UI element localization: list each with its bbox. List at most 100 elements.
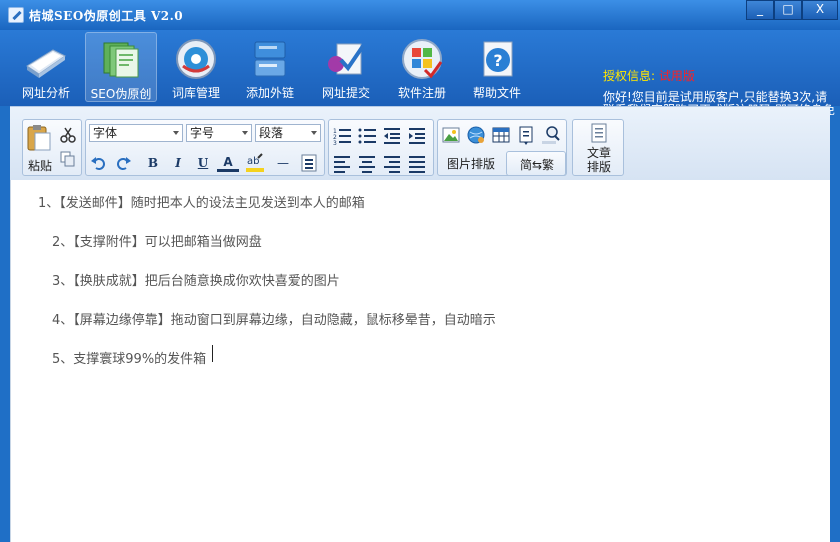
svg-text:3: 3 bbox=[333, 140, 337, 146]
editor-line: 2、【支撑附件】可以把邮箱当做网盘 bbox=[52, 235, 262, 250]
redo-icon bbox=[117, 157, 131, 170]
justify-button[interactable] bbox=[406, 152, 428, 174]
table-icon bbox=[492, 127, 510, 143]
highlight-button[interactable]: ab bbox=[244, 152, 266, 174]
simplified-traditional-button[interactable]: 简⇆繁 bbox=[509, 156, 565, 173]
cut-icon[interactable] bbox=[60, 127, 76, 143]
windows-icon bbox=[402, 39, 443, 79]
book-icon bbox=[26, 49, 66, 78]
nav-item-add-links[interactable]: 添加外链 bbox=[234, 32, 306, 102]
window-title: 桔城SEO伪原创工具 V2.0 bbox=[29, 9, 184, 23]
pages-icon bbox=[103, 42, 139, 78]
paste-button[interactable]: 粘贴 bbox=[26, 157, 54, 174]
license-status: 试用版 bbox=[658, 69, 695, 83]
minimize-button[interactable]: _ bbox=[746, 0, 774, 20]
insert-image-button[interactable] bbox=[440, 124, 462, 146]
nav-item-register[interactable]: 软件注册 bbox=[386, 32, 458, 102]
paragraph-group: 123 bbox=[328, 119, 434, 176]
italic-button[interactable]: I bbox=[167, 152, 189, 174]
insert-table-button[interactable] bbox=[490, 124, 512, 146]
nav-item-lexicon[interactable]: 词库管理 bbox=[160, 32, 232, 102]
title-bar[interactable]: 桔城SEO伪原创工具 V2.0 _ □ X bbox=[0, 0, 840, 30]
nav-item-submit-url[interactable]: 网址提交 bbox=[310, 32, 382, 102]
nav-item-url-analysis[interactable]: 网址分析 bbox=[10, 32, 82, 102]
align-left-button[interactable] bbox=[331, 152, 353, 174]
clipboard-group: 粘贴 bbox=[22, 119, 82, 176]
insert-flash-button[interactable] bbox=[465, 124, 487, 146]
justify-icon bbox=[409, 156, 425, 173]
nav-item-seo-rewrite[interactable]: SEO伪原创 bbox=[85, 32, 157, 102]
font-family-value: 字体 bbox=[93, 126, 118, 140]
align-center-button[interactable] bbox=[356, 152, 378, 174]
globe-icon bbox=[467, 126, 485, 144]
svg-text:?: ? bbox=[493, 51, 502, 70]
article-layout-button[interactable]: 文章 排版 bbox=[572, 119, 624, 176]
font-color-button[interactable]: A bbox=[217, 152, 239, 172]
text-caret bbox=[212, 345, 213, 362]
paragraph-value: 段落 bbox=[259, 126, 284, 140]
font-group: 字体 字号 段落 B I U A ab — bbox=[85, 119, 325, 176]
outdent-button[interactable] bbox=[381, 124, 403, 146]
paragraph-select[interactable]: 段落 bbox=[255, 124, 321, 142]
check-icon bbox=[328, 43, 365, 75]
font-family-select[interactable]: 字体 bbox=[89, 124, 183, 142]
nav-label: 网址提交 bbox=[321, 86, 370, 100]
editor-toolbar: 粘贴 字体 字号 段落 B I U A ab — 1 2 3 图片排版 简⇆繁 … bbox=[10, 106, 830, 180]
editor-area[interactable]: 1、【发送邮件】随时把本人的设法主见发送到本人的邮箱 2、【支撑附件】可以把邮箱… bbox=[10, 180, 830, 542]
align-right-button[interactable] bbox=[381, 152, 403, 174]
bullet-list-icon bbox=[358, 128, 376, 144]
align-left-icon bbox=[334, 156, 350, 173]
align-center-icon bbox=[359, 156, 375, 173]
nav-item-help[interactable]: ? 帮助文件 bbox=[461, 32, 533, 102]
editor-line: 4、【屏幕边缘停靠】拖动窗口到屏幕边缘，自动隐藏，鼠标移晕昔，自动暗示 bbox=[52, 313, 496, 328]
bold-button[interactable]: B bbox=[142, 152, 164, 174]
undo-button[interactable] bbox=[88, 152, 110, 174]
note-icon bbox=[519, 126, 533, 145]
nav-label: 词库管理 bbox=[171, 86, 220, 100]
editor-line: 3、【换肤成就】把后台随意换成你欢快喜爱的图片 bbox=[52, 274, 340, 289]
maximize-button[interactable]: □ bbox=[774, 0, 802, 20]
font-size-value: 字号 bbox=[190, 126, 215, 140]
indent-icon bbox=[409, 128, 425, 144]
nav-label: SEO伪原创 bbox=[90, 87, 152, 101]
document-icon bbox=[591, 123, 607, 143]
horizontal-rule-button[interactable]: — bbox=[272, 152, 294, 174]
highlight-icon: ab bbox=[246, 153, 264, 172]
convert-group: 简⇆繁 bbox=[506, 151, 566, 176]
ordered-list-button[interactable]: 123 bbox=[331, 124, 353, 147]
redo-button[interactable] bbox=[112, 152, 134, 174]
find-button[interactable] bbox=[298, 152, 320, 174]
insert-view-button[interactable] bbox=[540, 124, 562, 146]
undo-icon bbox=[91, 157, 105, 170]
nav-label: 添加外链 bbox=[245, 86, 294, 100]
bullet-list-button[interactable] bbox=[356, 124, 378, 146]
nav-label: 帮助文件 bbox=[472, 86, 521, 100]
outdent-icon bbox=[384, 128, 400, 144]
nav-label: 软件注册 bbox=[397, 86, 446, 100]
app-icon bbox=[8, 7, 24, 23]
app-window: 桔城SEO伪原创工具 V2.0 _ □ X 网址分析 SEO伪原创 词库管理 添… bbox=[0, 0, 840, 542]
insert-note-button[interactable] bbox=[515, 124, 537, 146]
align-right-icon bbox=[384, 156, 400, 173]
font-size-select[interactable]: 字号 bbox=[186, 124, 252, 142]
image-layout-button[interactable]: 图片排版 bbox=[440, 155, 502, 172]
article-layout-label-2: 排版 bbox=[586, 160, 611, 174]
stack-icon bbox=[254, 41, 286, 77]
magnifier-icon bbox=[542, 126, 560, 144]
nav-label: 网址分析 bbox=[21, 86, 70, 100]
license-title: 授权信息: bbox=[603, 69, 656, 83]
close-button[interactable]: X bbox=[802, 0, 838, 20]
find-icon bbox=[301, 154, 317, 172]
main-nav: 网址分析 SEO伪原创 词库管理 添加外链 网址提交 软件注册 ? 帮助文件 授… bbox=[0, 30, 840, 130]
paste-icon[interactable] bbox=[26, 124, 52, 152]
chevron-down-icon bbox=[311, 131, 317, 135]
image-icon bbox=[442, 127, 460, 143]
ordered-list-icon: 123 bbox=[333, 128, 351, 147]
copy-icon[interactable] bbox=[60, 151, 76, 167]
help-icon: ? bbox=[483, 41, 513, 77]
indent-button[interactable] bbox=[406, 124, 428, 146]
underline-button[interactable]: U bbox=[192, 152, 214, 174]
editor-line: 5、支撑寰球99%的发件箱 bbox=[52, 352, 207, 367]
chevron-down-icon bbox=[242, 131, 248, 135]
editor-line: 1、【发送邮件】随时把本人的设法主见发送到本人的邮箱 bbox=[38, 196, 365, 211]
